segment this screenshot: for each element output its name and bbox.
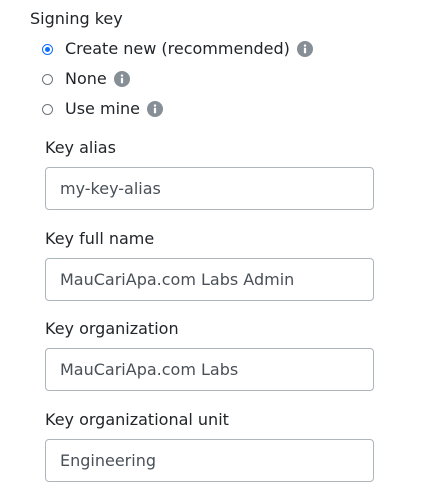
radio-use-mine[interactable] <box>42 103 53 115</box>
radio-create-new[interactable] <box>42 43 53 55</box>
key-org-unit-input[interactable] <box>45 439 374 482</box>
radio-option-use-mine[interactable]: Use mine <box>42 98 163 120</box>
radio-option-none[interactable]: None <box>42 68 130 90</box>
radio-create-new-label[interactable]: Create new (recommended) <box>65 38 290 60</box>
key-organization-input[interactable] <box>45 348 374 391</box>
info-circle-icon[interactable] <box>296 41 313 57</box>
key-full-name-input[interactable] <box>45 258 374 301</box>
key-organization-label: Key organization <box>45 319 179 338</box>
info-circle-icon[interactable] <box>147 101 163 117</box>
radio-use-mine-label[interactable]: Use mine <box>65 98 140 120</box>
key-alias-label: Key alias <box>45 138 116 157</box>
key-full-name-label: Key full name <box>45 229 155 248</box>
signing-key-label: Signing key <box>30 9 123 28</box>
radio-none[interactable] <box>42 73 53 85</box>
info-circle-icon[interactable] <box>113 71 130 87</box>
radio-none-label[interactable]: None <box>65 68 107 90</box>
key-org-unit-label: Key organizational unit <box>45 410 229 429</box>
key-alias-input[interactable] <box>45 167 374 210</box>
radio-option-create-new[interactable]: Create new (recommended) <box>42 38 313 60</box>
